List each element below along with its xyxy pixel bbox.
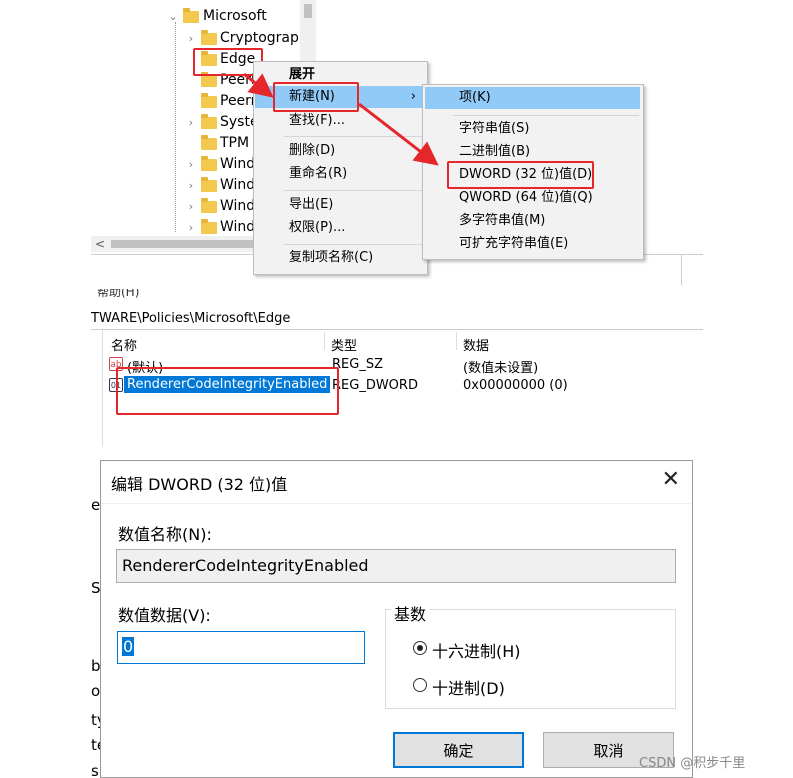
column-header-type[interactable]: 类型 [331, 335, 357, 354]
watermark: CSDN @积步千里 [639, 756, 746, 771]
radio-selected-dot [416, 644, 423, 651]
edit-dword-dialog-panel: e SH be o ty te s 编辑 DWORD (32 位)值 ✕ 数值名… [91, 460, 703, 778]
address-path[interactable]: TWARE\Policies\Microsoft\Edge [91, 311, 290, 326]
background-text-fragment: o [91, 682, 101, 700]
column-divider [456, 332, 457, 350]
dialog-title: 编辑 DWORD (32 位)值 [111, 475, 288, 494]
registry-tree-panel: ⌄ Microsoft › Cryptograph Edge PeerD Pee… [91, 0, 703, 285]
background-text-fragment: s [91, 762, 99, 778]
annotation-box-value [116, 367, 339, 415]
column-header-data[interactable]: 数据 [463, 335, 489, 354]
base-group-label: 基数 [391, 601, 430, 625]
radio-decimal-circle[interactable] [413, 678, 427, 692]
ok-button[interactable]: 确定 [393, 732, 524, 768]
radio-hex-label: 十六进制(H) [432, 642, 521, 661]
arrow-to-dword [358, 102, 439, 166]
divider [91, 329, 703, 330]
value-name-label: 数值名称(N): [118, 525, 212, 544]
value-name-field[interactable]: RendererCodeIntegrityEnabled [116, 549, 676, 583]
value-name-text: RendererCodeIntegrityEnabled [122, 556, 369, 575]
value-data-label: 数值数据(V): [118, 606, 211, 625]
column-divider [324, 332, 325, 350]
value-type: REG_DWORD [332, 378, 418, 393]
background-text-fragment: e [91, 496, 101, 514]
value-data-input[interactable]: 0 [117, 631, 365, 664]
annotation-arrows [243, 72, 439, 166]
value-data: 0x00000000 (0) [463, 378, 568, 393]
registry-values-panel: 帮助(H) TWARE\Policies\Microsoft\Edge 名称 类… [91, 285, 703, 447]
radio-decimal-label: 十进制(D) [432, 679, 505, 698]
value-data: (数值未设置) [463, 361, 539, 376]
divider [102, 330, 103, 447]
radio-hex-circle[interactable] [413, 641, 427, 655]
value-data-text: 0 [122, 637, 135, 656]
close-icon[interactable]: ✕ [662, 467, 680, 492]
arrow-to-new [243, 72, 274, 98]
menu-bar-fragment: 帮助(H) [97, 289, 140, 299]
column-header-name[interactable]: 名称 [111, 335, 137, 354]
value-type: REG_SZ [332, 357, 383, 372]
divider [101, 503, 692, 504]
